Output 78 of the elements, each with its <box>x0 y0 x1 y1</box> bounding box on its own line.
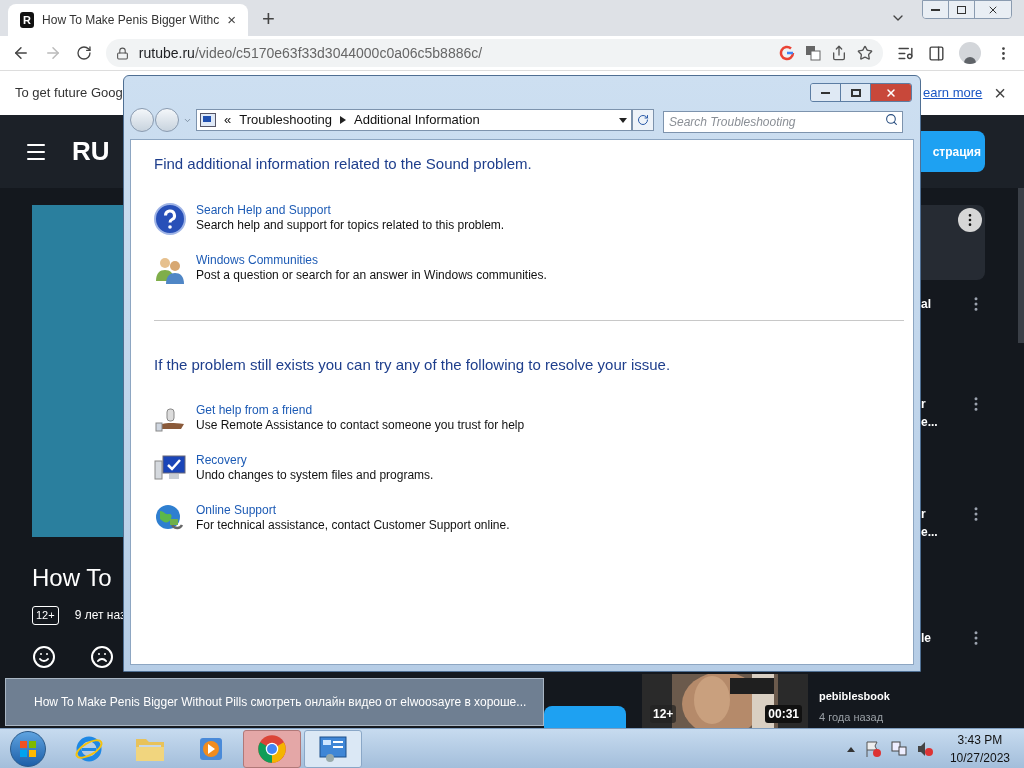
video-card[interactable] <box>921 205 985 280</box>
taskbar-button[interactable] <box>243 729 301 768</box>
video-title: le <box>921 630 931 647</box>
learn-more-link[interactable]: earn more <box>923 83 983 103</box>
breadcrumb-item[interactable]: Additional Information <box>354 110 480 130</box>
help-icon <box>154 202 186 235</box>
video-title: e... <box>921 524 938 541</box>
more-button[interactable] <box>958 208 982 232</box>
bookmark-star-icon[interactable] <box>857 45 874 61</box>
refresh-icon <box>637 114 649 126</box>
site-favicon: R <box>20 12 35 28</box>
translate-icon[interactable] <box>805 45 822 61</box>
search-field[interactable]: Search Troubleshooting <box>663 111 903 133</box>
close-icon <box>885 86 897 99</box>
infobar-close-button[interactable]: × <box>994 78 1006 108</box>
task-description: Post a question or search for an answer in Windows communities. <box>196 267 547 283</box>
task-description: Undo changes to system files and programs. <box>196 468 434 483</box>
upload-date: 4 года назад <box>819 709 885 725</box>
frown-icon[interactable] <box>90 644 114 669</box>
lock-icon <box>115 46 129 60</box>
reload-icon[interactable] <box>75 45 92 61</box>
video-title: e... <box>921 414 938 431</box>
profile-avatar[interactable] <box>959 42 982 64</box>
side-panel-icon[interactable] <box>928 44 946 62</box>
clock-date[interactable]: 10/27/2023 <box>949 748 1010 767</box>
minimize-button[interactable] <box>923 1 949 18</box>
age-rating: 12+ <box>650 705 677 723</box>
task-link[interactable]: Online Support <box>196 503 510 518</box>
task-description: For technical assistance, contact Customer Support online. <box>196 518 510 533</box>
taskbar-preview[interactable]: How To Make Penis Bigger Without Pills смотреть онлайн видео от elwoosayre в хороше... <box>5 678 544 726</box>
task-link[interactable]: Search Help and Support <box>196 202 505 218</box>
tab-title: How To Make Penis Bigger Withc <box>42 12 220 29</box>
control-panel-icon <box>200 113 216 127</box>
start-button[interactable] <box>10 730 46 767</box>
google-icon[interactable] <box>779 45 796 61</box>
task-link[interactable]: Recovery <box>196 453 434 468</box>
task-description: Search help and support for topics related to this problem. <box>196 217 505 233</box>
video-title: r <box>921 506 927 523</box>
dropdown-arrow-icon[interactable] <box>619 117 627 123</box>
scrollbar[interactable] <box>1018 188 1024 343</box>
refresh-button[interactable] <box>632 109 654 131</box>
taskbar-button[interactable] <box>304 729 362 768</box>
control-panel-icon <box>318 733 348 764</box>
clock-time[interactable]: 3:43 PM <box>957 730 1003 749</box>
tab-close-button[interactable]: × <box>227 8 236 32</box>
video-duration: 00:31 <box>765 705 802 723</box>
url-text: rutube.ru/video/c5170e63f33d3044000c0a06c5b8886c/ <box>138 43 483 63</box>
infobar-message: To get future Goog <box>15 84 123 103</box>
network-icon[interactable] <box>889 739 908 758</box>
preview-title: How To Make Penis Bigger Without Pills смотреть онлайн видео от elwoosayre в хороше... <box>34 694 527 711</box>
task-link[interactable]: Windows Communities <box>196 252 547 268</box>
new-tab-button[interactable]: + <box>262 8 275 30</box>
video-title: r <box>921 396 927 413</box>
maximize-button[interactable] <box>841 84 871 101</box>
task-link[interactable]: Get help from a friend <box>196 403 525 418</box>
smile-icon[interactable] <box>32 644 56 669</box>
address-bar[interactable]: rutube.ru/video/c5170e63f33d3044000c0a06c5b8886c/ <box>105 39 884 67</box>
video-title: al <box>921 296 931 313</box>
breadcrumb-item[interactable]: Troubleshooting <box>239 110 332 130</box>
minimize-button[interactable] <box>811 84 841 101</box>
flag-warning-icon[interactable] <box>863 739 882 758</box>
channel-name[interactable]: pebiblesbook <box>819 688 890 705</box>
chrome-icon <box>257 733 287 764</box>
windows-logo-icon <box>19 739 37 758</box>
site-logo[interactable]: RU <box>72 132 110 171</box>
overflow-chevron[interactable]: « <box>224 110 232 130</box>
search-icon[interactable] <box>885 113 898 126</box>
address-field[interactable]: « Troubleshooting Additional Information <box>196 109 632 131</box>
section-heading: Find additional information related to the Sound problem. <box>154 154 533 174</box>
breadcrumb-arrow-icon[interactable] <box>340 116 346 124</box>
back-icon[interactable] <box>12 44 30 62</box>
restore-button[interactable] <box>949 1 975 18</box>
task-description: Use Remote Assistance to contact someone you trust for help <box>196 418 525 433</box>
video-title: How To <box>32 564 113 592</box>
age-rating: 12+ <box>32 606 59 625</box>
section-heading: If the problem still exists you can try any of the following to resolve your issue. <box>154 354 672 375</box>
share-icon[interactable] <box>831 45 848 61</box>
browser-tab[interactable]: R How To Make Penis Bigger Withc × <box>8 4 248 36</box>
